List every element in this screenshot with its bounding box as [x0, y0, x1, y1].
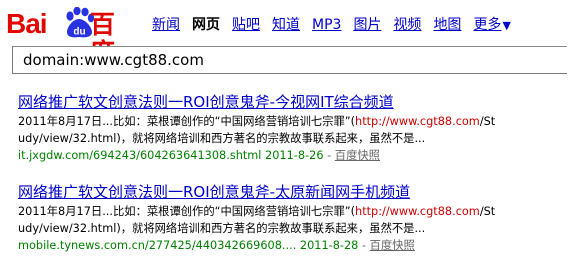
- nav-item-zhidao[interactable]: 知道: [272, 15, 300, 35]
- cache-snapshot-link[interactable]: 百度快照: [335, 149, 380, 162]
- result-abstract: 2011年8月17日...比如：菜根谭创作的“中国网络营销培训七宗罪”(http…: [18, 203, 573, 237]
- baidu-search-results-page: Bai du 百度 新闻网页贴吧知道 MP3 图片视频地图更多▼ 网络推广软文创意法…: [0, 0, 573, 273]
- abstract-text: 2011年8月17日...比如：菜根谭创作的“中国网络营销培训七宗罪”(: [18, 205, 356, 218]
- search-box: [12, 46, 567, 74]
- baidu-logo[interactable]: Bai du 百度: [6, 6, 128, 67]
- result-meta: mobile.tynews.com.cn/277425/440342669608…: [18, 237, 573, 254]
- abstract-line: 2011年8月17日...比如：菜根谭创作的“中国网络营销培训七宗罪”(http…: [18, 203, 573, 220]
- abstract-text: /St: [479, 205, 496, 218]
- result-separator: -: [358, 239, 370, 252]
- search-vertical-nav: 新闻 网页 贴吧 知道 MP3 图片 视频 地图 更多▼: [152, 15, 511, 35]
- nav-item-tieba[interactable]: 贴吧: [232, 15, 260, 35]
- result-date: 2011-8-26: [265, 149, 324, 162]
- result-url: it.jxgdw.com/694243/604263641308.shtml: [18, 149, 262, 162]
- result-meta: it.jxgdw.com/694243/604263641308.shtml 2…: [18, 147, 573, 164]
- nav-item-map[interactable]: 地图: [433, 15, 461, 35]
- result-separator: -: [323, 149, 335, 162]
- abstract-highlight-url: http://www.cgt88.com: [355, 205, 480, 218]
- abstract-line: udy/view/32.html)，就将网络培训和西方著名的宗教故事联系起来，虽…: [18, 132, 426, 145]
- result-date: 2011-8-28: [299, 239, 359, 252]
- abstract-line: udy/view/32.html)，就将网络培训和西方著名的宗教故事联系起来，虽…: [18, 222, 426, 235]
- nav-item-news[interactable]: 新闻: [152, 15, 180, 35]
- abstract-text: 2011年8月17日...比如：菜根谭创作的“中国网络营销培训七宗罪”(: [18, 115, 356, 128]
- search-input[interactable]: [13, 47, 567, 73]
- search-result: 网络推广软文创意法则一ROI创意鬼斧-太原新闻网手机频道 2011年8月17日.…: [18, 183, 573, 254]
- logo-du-text: du: [73, 27, 85, 38]
- result-url-ellipsis: ...: [285, 239, 297, 252]
- nav-item-images[interactable]: 图片: [353, 15, 381, 35]
- search-result: 网络推广软文创意法则一ROI创意鬼斧-今视网IT综合频道 2011年8月17日.…: [18, 93, 573, 164]
- result-title-link[interactable]: 网络推广软文创意法则一ROI创意鬼斧-今视网IT综合频道: [18, 93, 573, 111]
- triangle-down-icon[interactable]: ▼: [502, 16, 510, 36]
- abstract-text: /St: [479, 115, 496, 128]
- nav-item-video[interactable]: 视频: [393, 15, 421, 35]
- abstract-highlight-url: http://www.cgt88.com: [355, 115, 480, 128]
- result-abstract: 2011年8月17日...比如：菜根谭创作的“中国网络营销培训七宗罪”(http…: [18, 113, 573, 147]
- abstract-line: 2011年8月17日...比如：菜根谭创作的“中国网络营销培训七宗罪”(http…: [18, 113, 573, 130]
- nav-item-mp3[interactable]: MP3: [312, 15, 341, 35]
- cache-snapshot-link[interactable]: 百度快照: [370, 239, 415, 252]
- nav-item-web[interactable]: 网页: [192, 15, 220, 35]
- nav-item-more[interactable]: 更多: [473, 15, 501, 35]
- result-title-link[interactable]: 网络推广软文创意法则一ROI创意鬼斧-太原新闻网手机频道: [18, 183, 573, 201]
- logo-bai-text: Bai: [6, 8, 48, 39]
- result-url: mobile.tynews.com.cn/277425/440342669608…: [18, 239, 286, 252]
